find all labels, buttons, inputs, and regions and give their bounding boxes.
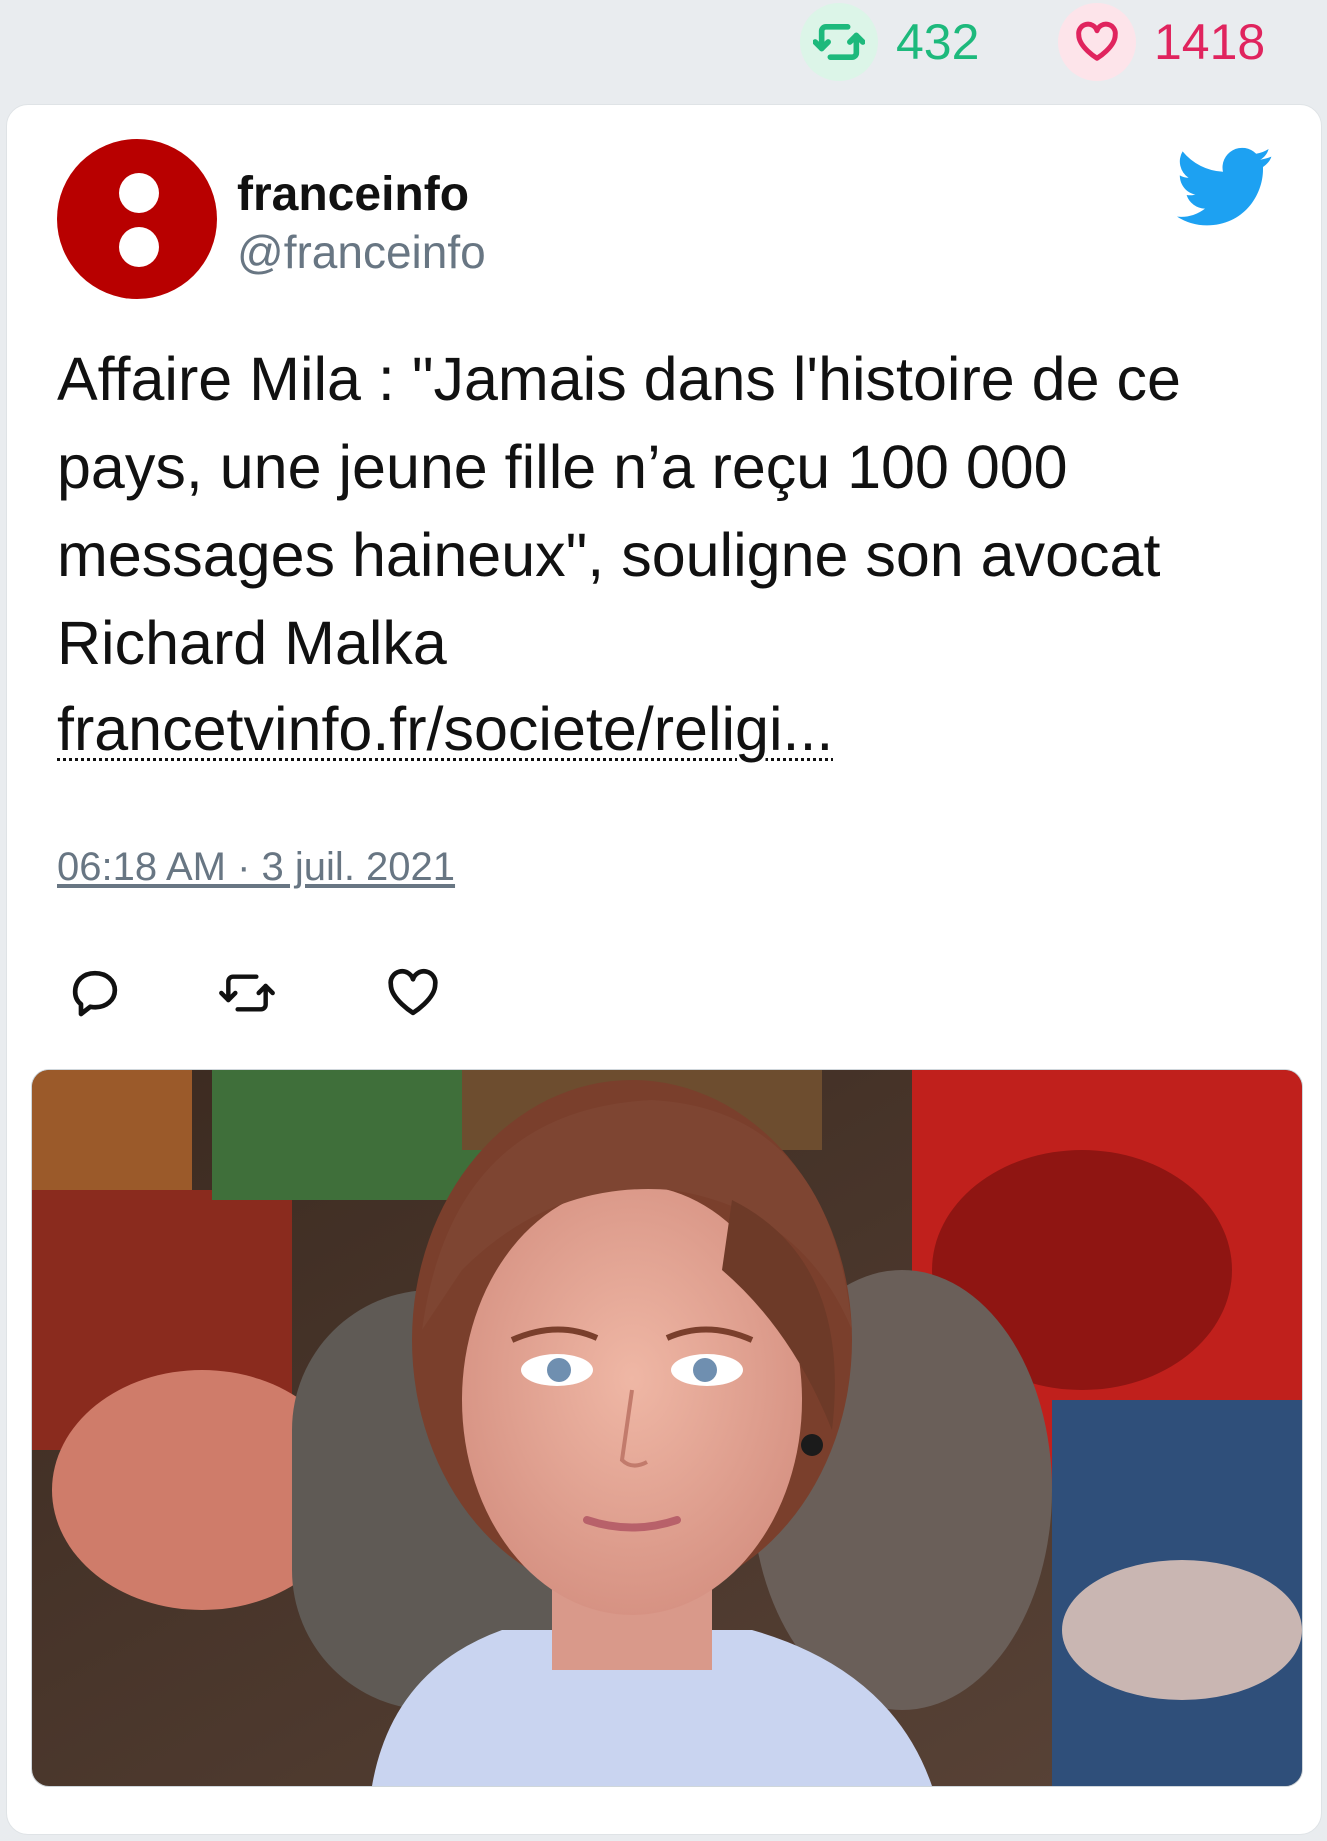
retweet-count: 432 [896,14,980,70]
heart-action-icon[interactable] [385,965,445,1025]
like-count: 1418 [1154,14,1266,70]
tweet-link[interactable]: francetvinfo.fr/societe/religi... [57,685,833,773]
author-name[interactable]: franceinfo [237,167,469,222]
avatar-dot [119,227,159,267]
avatar[interactable] [57,139,217,299]
tweet-stats-bar: 432 1418 [0,0,1327,104]
like-stat[interactable]: 1418 [1058,0,1265,84]
tweet-card: franceinfo @franceinfo Affaire Mila : "J… [6,104,1322,1835]
photo-thumbnail [32,1070,1302,1786]
reply-icon[interactable] [67,965,127,1025]
heart-icon [1058,3,1136,81]
tweet-media-photo[interactable] [31,1069,1303,1787]
retweet-icon [800,3,878,81]
author-handle[interactable]: @franceinfo [237,225,486,279]
retweet-stat[interactable]: 432 [800,0,979,84]
twitter-bird-icon[interactable] [1177,147,1273,232]
tweet-text: Affaire Mila : "Jamais dans l'histoire d… [57,345,1181,677]
retweet-action-icon[interactable] [217,965,277,1025]
tweet-timestamp[interactable]: 06:18 AM · 3 juil. 2021 [57,845,455,890]
avatar-dot [119,173,159,213]
